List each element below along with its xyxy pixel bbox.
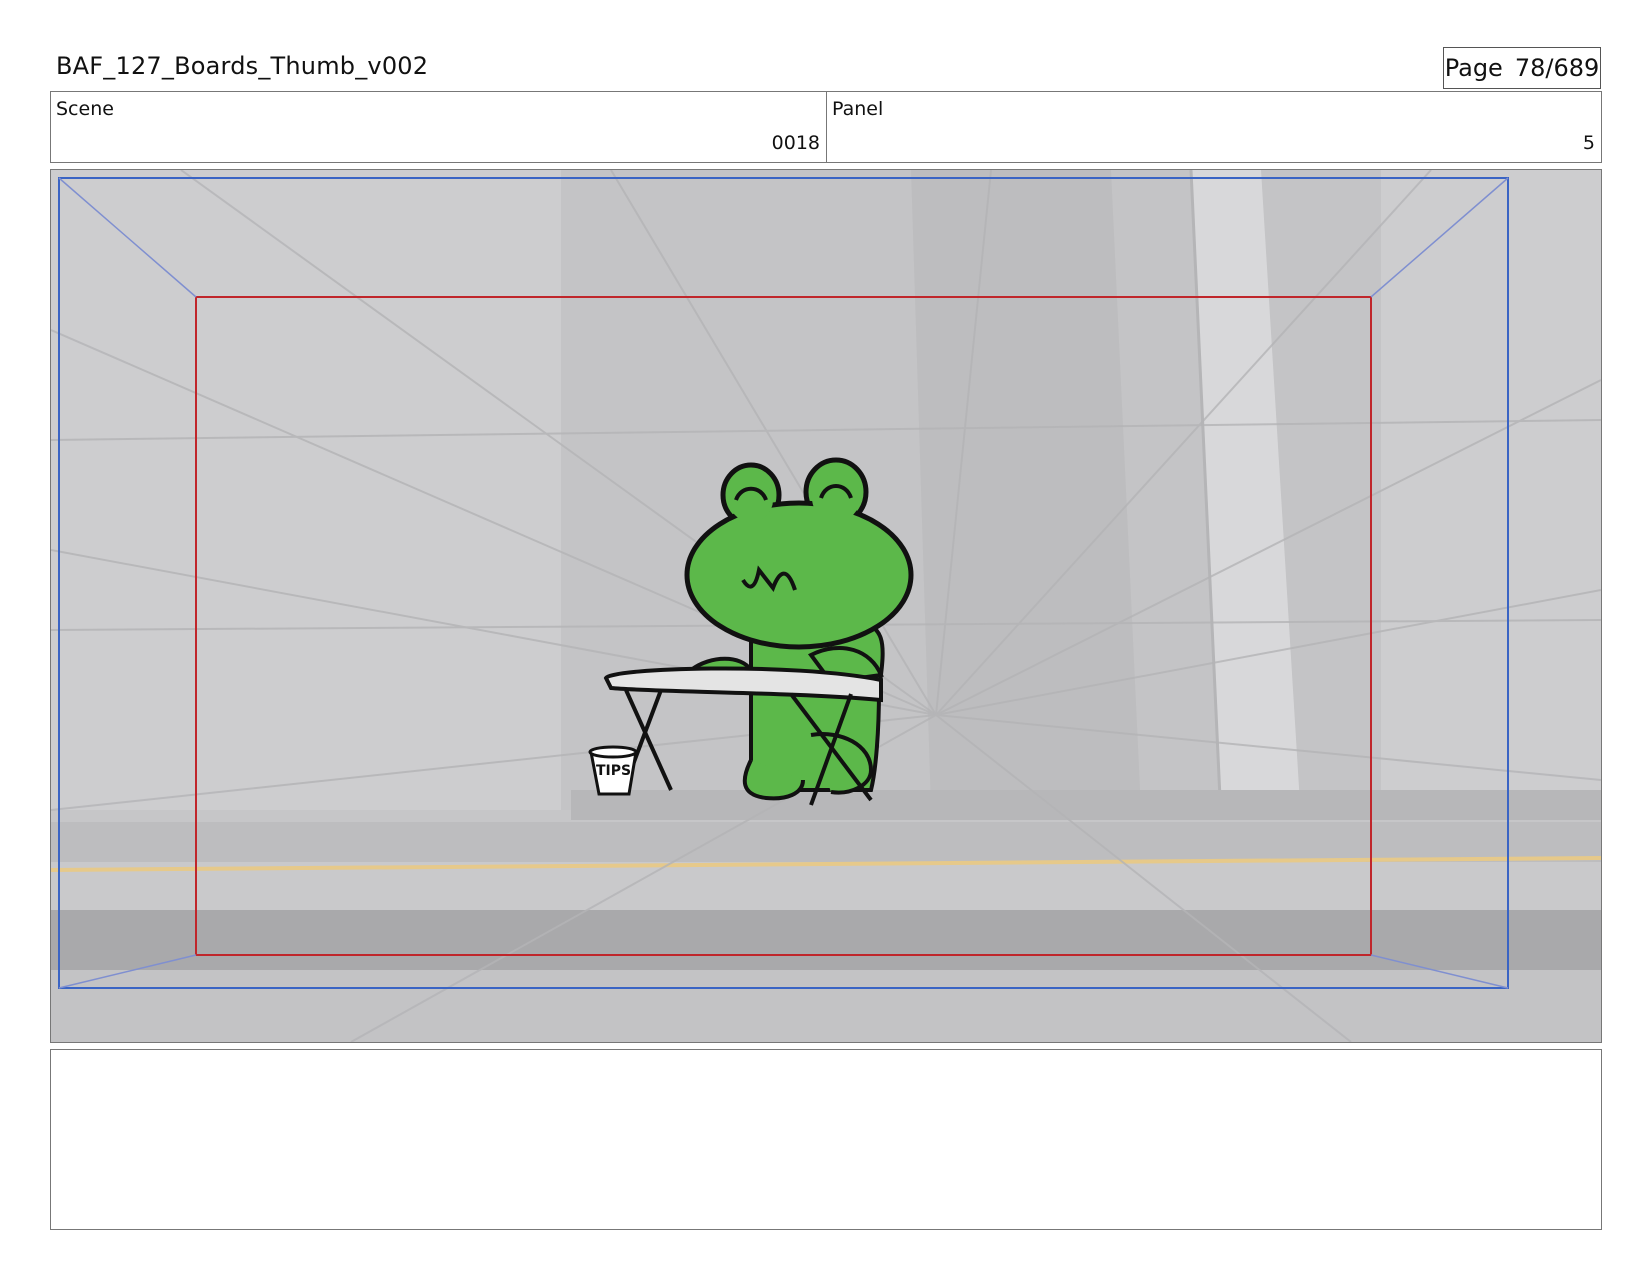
foreground-ground xyxy=(51,970,1601,1042)
document-title: BAF_127_Boards_Thumb_v002 xyxy=(56,52,429,80)
page-indicator: Page 78/689 xyxy=(1443,47,1601,89)
curb xyxy=(51,822,1601,862)
scene-cell: Scene 0018 xyxy=(51,92,827,162)
scene-label: Scene xyxy=(56,98,114,120)
tip-jar-label: TIPS xyxy=(596,763,631,779)
storyboard-drawing: TIPS xyxy=(51,170,1601,1042)
frog-eye-right-fill xyxy=(812,474,860,522)
page-number: 78/689 xyxy=(1514,54,1600,82)
panel-cell: Panel 5 xyxy=(827,92,1601,162)
road-shadow xyxy=(51,910,1601,970)
page-label: Page xyxy=(1444,54,1503,82)
tip-jar-rim xyxy=(588,745,638,759)
panel-label: Panel xyxy=(832,98,884,120)
notes-box xyxy=(50,1049,1602,1230)
scene-value: 0018 xyxy=(771,132,820,154)
frog-eye-left-fill xyxy=(729,478,773,522)
curb-back xyxy=(571,790,1601,820)
frog-head xyxy=(684,500,914,650)
panel-value: 5 xyxy=(1582,132,1595,154)
storyboard-frame: TIPS xyxy=(50,169,1602,1043)
tip-jar: TIPS xyxy=(588,745,638,796)
info-row: Scene 0018 Panel 5 xyxy=(50,91,1602,163)
